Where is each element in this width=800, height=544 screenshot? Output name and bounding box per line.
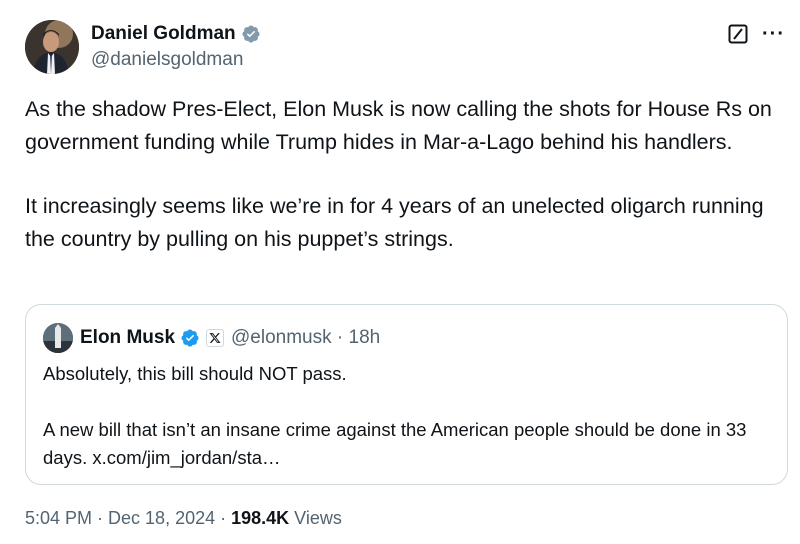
quoted-handle-time[interactable]: @elonmusk · 18h [231, 327, 380, 349]
tweet-meta: 5:04 PM · Dec 18, 2024 · 198.4K Views [25, 508, 342, 529]
quoted-author-name[interactable]: Elon Musk [80, 327, 175, 349]
quoted-tweet-text: Absolutely, this bill should NOT pass. A… [43, 360, 773, 472]
author-handle[interactable]: @danielsgoldman [91, 49, 261, 71]
tweet: Daniel Goldman @danielsgoldman ··· As th… [0, 0, 800, 544]
author-display-name[interactable]: Daniel Goldman [91, 23, 236, 45]
author-avatar[interactable] [25, 20, 79, 74]
tweet-paragraph: It increasingly seems like we’re in for … [25, 194, 764, 251]
timestamp[interactable]: 5:04 PM · Dec 18, 2024 · [25, 508, 231, 528]
author-row: Daniel Goldman @danielsgoldman ··· [25, 18, 785, 78]
header-actions: ··· [728, 24, 785, 44]
verified-badge-icon[interactable] [241, 24, 261, 44]
quoted-paragraph: Absolutely, this bill should NOT pass. [43, 363, 347, 384]
author-name-block: Daniel Goldman @danielsgoldman [91, 22, 261, 71]
quoted-paragraph: A new bill that isn’t an insane crime ag… [43, 419, 747, 468]
quoted-tweet-header: Elon Musk @elonmusk · 18h [43, 322, 380, 354]
x-logo-icon[interactable] [206, 329, 225, 347]
grok-icon[interactable] [728, 24, 748, 44]
views-label: Views [289, 508, 342, 528]
display-name-row: Daniel Goldman [91, 22, 261, 46]
tweet-text: As the shadow Pres-Elect, Elon Musk is n… [25, 93, 785, 255]
quoted-author-avatar[interactable] [43, 323, 73, 353]
tweet-paragraph: As the shadow Pres-Elect, Elon Musk is n… [25, 97, 772, 154]
views-count: 198.4K [231, 508, 290, 528]
quoted-tweet[interactable]: Elon Musk @elonmusk · 18h Absolutely, th… [25, 304, 788, 485]
more-icon[interactable]: ··· [762, 24, 785, 44]
verified-badge-icon[interactable] [180, 328, 200, 348]
